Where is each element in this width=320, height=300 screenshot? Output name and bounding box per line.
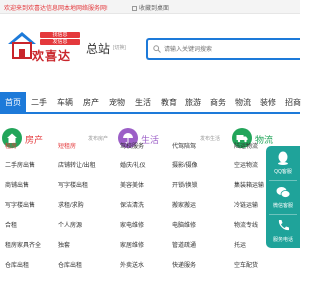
nav-item-business[interactable]: 商务 xyxy=(210,92,226,114)
category-card-life: 生活 发布生活 驾校服务 代驾陪驾 婚庆/礼仪 摄影/摄像 美容美体 开锁/换锁… xyxy=(118,124,226,300)
post-life-link[interactable]: 发布生活 xyxy=(200,135,220,142)
search-input[interactable] xyxy=(164,43,294,56)
list-item[interactable]: 独套 xyxy=(58,240,70,249)
list-item[interactable]: 短租房 xyxy=(58,141,76,150)
card-title: 房产 xyxy=(25,135,44,145)
list-item[interactable]: 店铺转让/出租 xyxy=(58,160,96,169)
category-card-house: 房产 发布房产 租房 短租房 二手房出售 店铺转让/出租 商铺出售 写字楼出租 … xyxy=(2,124,114,300)
nav-item-investment[interactable]: 招商 xyxy=(285,92,301,114)
nav-item-home[interactable]: 首页 xyxy=(0,92,26,114)
logo-tagline: 找信息 发信息 xyxy=(40,32,80,46)
nav-item-renovation[interactable]: 装修 xyxy=(260,92,276,114)
main-nav: 首页 二手 车辆 房产 宠物 生活 教育 旅游 商务 物流 装修 招商 xyxy=(0,92,301,114)
phone-icon xyxy=(278,220,289,231)
list-item[interactable]: 美容美体 xyxy=(120,180,144,189)
list-item[interactable]: 婚庆/礼仪 xyxy=(120,160,146,169)
list-item[interactable]: 家居维修 xyxy=(120,240,144,249)
wechat-service-button[interactable]: 微信客服 xyxy=(266,180,300,214)
list-item[interactable]: 仓库出租 xyxy=(58,260,82,269)
logo-tag-post: 发信息 xyxy=(40,39,80,45)
list-item[interactable]: 托运 xyxy=(234,240,246,249)
wechat-service-label: 微信客服 xyxy=(272,203,293,209)
list-item[interactable]: 个人房源 xyxy=(58,220,82,229)
list-item[interactable]: 二手房出售 xyxy=(5,160,35,169)
list-item[interactable]: 冷链运输 xyxy=(234,200,258,209)
nav-item-logistics[interactable]: 物流 xyxy=(235,92,251,114)
favorite-link[interactable]: 收藏到桌面 xyxy=(132,3,169,12)
nav-item-education[interactable]: 教育 xyxy=(161,92,177,114)
logo-tag-find: 找信息 xyxy=(40,32,80,38)
nav-item-travel[interactable]: 旅游 xyxy=(185,92,201,114)
list-item[interactable]: 电脑维修 xyxy=(172,220,196,229)
nav-item-life[interactable]: 生活 xyxy=(135,92,151,114)
list-item[interactable]: 代驾陪驾 xyxy=(172,141,196,150)
list-item[interactable]: 驾校服务 xyxy=(120,141,144,150)
list-item[interactable]: 摄影/摄像 xyxy=(172,160,198,169)
list-item[interactable]: 陆运物流 xyxy=(234,141,258,150)
site-logo[interactable]: 找信息 发信息 欢喜达 xyxy=(6,26,81,64)
list-item[interactable]: 家电维修 xyxy=(120,220,144,229)
list-item[interactable]: 租房家具齐全 xyxy=(5,240,41,249)
list-item[interactable]: 租房 xyxy=(5,141,17,150)
floating-service-panel: QQ客服 微信客服 服务电话 xyxy=(266,146,300,248)
list-item[interactable]: 写字楼出售 xyxy=(5,200,35,209)
wechat-icon xyxy=(276,187,291,198)
search-icon xyxy=(153,45,161,53)
service-phone-button[interactable]: 服务电话 xyxy=(266,214,300,248)
list-item[interactable]: 保洁清洗 xyxy=(120,200,144,209)
list-item[interactable]: 空车配货 xyxy=(234,260,258,269)
favorite-label: 收藏到桌面 xyxy=(139,6,170,12)
nav-item-pets[interactable]: 宠物 xyxy=(109,92,125,114)
top-bar: 欢迎来到欢喜达信息网本地网络服务网! 收藏到桌面 xyxy=(0,0,300,14)
search-box xyxy=(146,38,300,60)
list-item[interactable]: 商铺出售 xyxy=(5,180,29,189)
list-item[interactable]: 合租 xyxy=(5,220,17,229)
list-item[interactable]: 搬家搬运 xyxy=(172,200,196,209)
welcome-text: 欢迎来到欢喜达信息网本地网络服务网! xyxy=(4,6,108,12)
service-phone-label: 服务电话 xyxy=(272,237,293,243)
city-name: 总站 xyxy=(86,42,111,56)
list-item[interactable]: 求租/求购 xyxy=(58,200,84,209)
bookmark-icon xyxy=(132,6,137,11)
list-item[interactable]: 物流专线 xyxy=(234,220,258,229)
nav-item-vehicles[interactable]: 车辆 xyxy=(57,92,73,114)
list-item[interactable]: 开锁/换锁 xyxy=(172,180,198,189)
list-item[interactable]: 写字楼出租 xyxy=(58,180,88,189)
nav-item-secondhand[interactable]: 二手 xyxy=(31,92,47,114)
list-item[interactable]: 仓库出租 xyxy=(5,260,29,269)
list-item[interactable]: 快递服务 xyxy=(172,260,196,269)
list-item[interactable]: 空运物流 xyxy=(234,160,258,169)
list-item[interactable]: 外卖送水 xyxy=(120,260,144,269)
post-house-link[interactable]: 发布房产 xyxy=(88,135,108,142)
logo-name: 欢喜达 xyxy=(32,49,72,63)
city-switch-link[interactable]: [切换] xyxy=(113,44,126,51)
list-item[interactable]: 集装箱运输 xyxy=(234,180,264,189)
nav-item-realestate[interactable]: 房产 xyxy=(83,92,99,114)
qq-service-button[interactable]: QQ客服 xyxy=(266,146,300,180)
list-item[interactable]: 管道疏通 xyxy=(172,240,196,249)
qq-service-label: QQ客服 xyxy=(274,169,292,175)
qq-icon xyxy=(278,151,288,165)
